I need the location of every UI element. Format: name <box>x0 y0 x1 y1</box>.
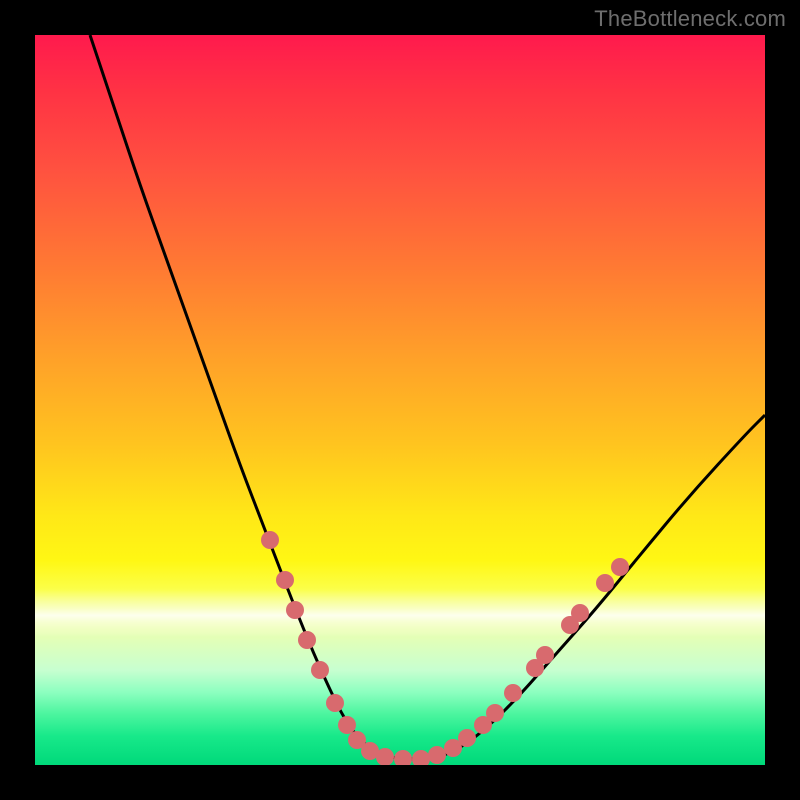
marker-dot <box>596 574 614 592</box>
curve-layer <box>35 35 765 765</box>
watermark-text: TheBottleneck.com <box>594 6 786 32</box>
marker-dot <box>458 729 476 747</box>
marker-dot <box>326 694 344 712</box>
marker-dot <box>348 731 366 749</box>
marker-dot <box>486 704 504 722</box>
white-highlight-band <box>35 589 765 637</box>
marker-dot <box>311 661 329 679</box>
marker-dot <box>504 684 522 702</box>
marker-dot <box>412 750 430 765</box>
marker-dot <box>394 750 412 765</box>
chart-container: TheBottleneck.com <box>0 0 800 800</box>
marker-dot <box>376 748 394 765</box>
marker-dot <box>338 716 356 734</box>
marker-dot <box>561 616 579 634</box>
plot-area <box>35 35 765 765</box>
marker-dot <box>361 742 379 760</box>
marker-dot <box>286 601 304 619</box>
marker-dot <box>536 646 554 664</box>
marker-dot <box>298 631 316 649</box>
highlight-dots <box>261 531 629 765</box>
marker-dot <box>444 739 462 757</box>
marker-dot <box>571 604 589 622</box>
marker-dot <box>428 746 446 764</box>
main-curve <box>90 35 765 759</box>
marker-dot <box>526 659 544 677</box>
marker-dot <box>276 571 294 589</box>
marker-dot <box>261 531 279 549</box>
marker-dot <box>611 558 629 576</box>
marker-dot <box>474 716 492 734</box>
